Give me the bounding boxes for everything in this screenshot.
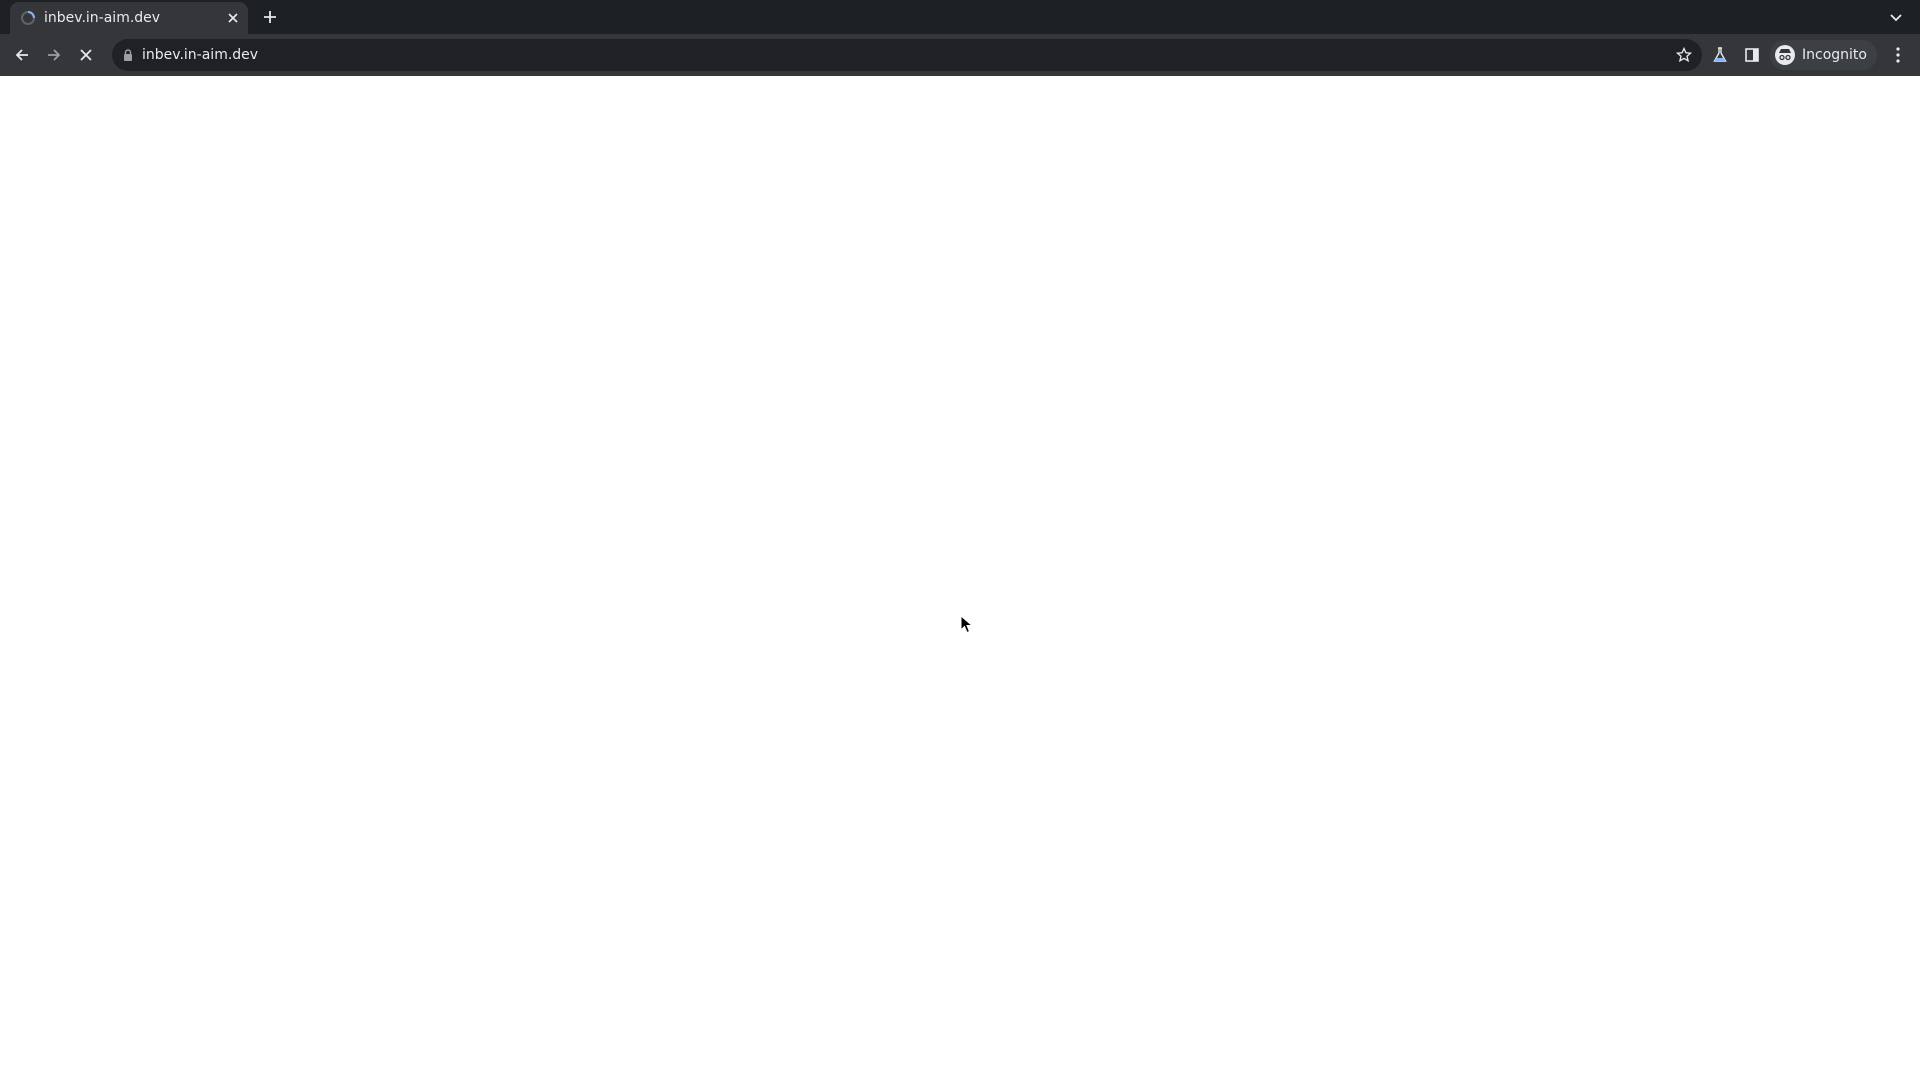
browser-menu-button[interactable]: [1884, 41, 1912, 69]
back-button[interactable]: [8, 41, 36, 69]
lock-icon[interactable]: [120, 47, 136, 63]
side-panel-icon: [1745, 48, 1759, 62]
flask-icon: [1713, 47, 1727, 62]
forward-button[interactable]: [40, 41, 68, 69]
browser-window: inbev.in-aim.dev inbev.in-aim.dev Incogn…: [0, 0, 1920, 1080]
star-icon[interactable]: [1674, 45, 1694, 65]
tab-title: inbev.in-aim.dev: [44, 10, 161, 26]
chevron-down-icon: [1890, 14, 1902, 22]
side-panel-button[interactable]: [1738, 41, 1766, 69]
page-content[interactable]: [0, 76, 1920, 1080]
mouse-pointer-icon: [960, 615, 974, 634]
url-text[interactable]: inbev.in-aim.dev: [142, 46, 258, 64]
loading-favicon-icon: [20, 10, 36, 26]
close-icon[interactable]: [224, 9, 242, 27]
incognito-icon: [1775, 45, 1795, 65]
back-arrow-icon: [15, 49, 28, 61]
new-tab-button[interactable]: [258, 5, 282, 29]
stop-loading-button[interactable]: [72, 41, 100, 69]
forward-arrow-icon: [48, 49, 61, 61]
plus-icon: [264, 11, 276, 23]
tab-active[interactable]: inbev.in-aim.dev: [10, 2, 248, 34]
tab-strip: inbev.in-aim.dev: [0, 0, 1920, 34]
address-bar[interactable]: inbev.in-aim.dev: [112, 39, 1702, 71]
stop-loading-icon: [80, 49, 92, 61]
labs-button[interactable]: [1706, 41, 1734, 69]
incognito-label: Incognito: [1802, 47, 1867, 63]
browser-toolbar: inbev.in-aim.dev Incognito: [0, 34, 1920, 76]
kebab-menu-icon: [1896, 47, 1900, 63]
tab-search-button[interactable]: [1884, 5, 1908, 29]
incognito-profile-button[interactable]: Incognito: [1770, 40, 1877, 70]
